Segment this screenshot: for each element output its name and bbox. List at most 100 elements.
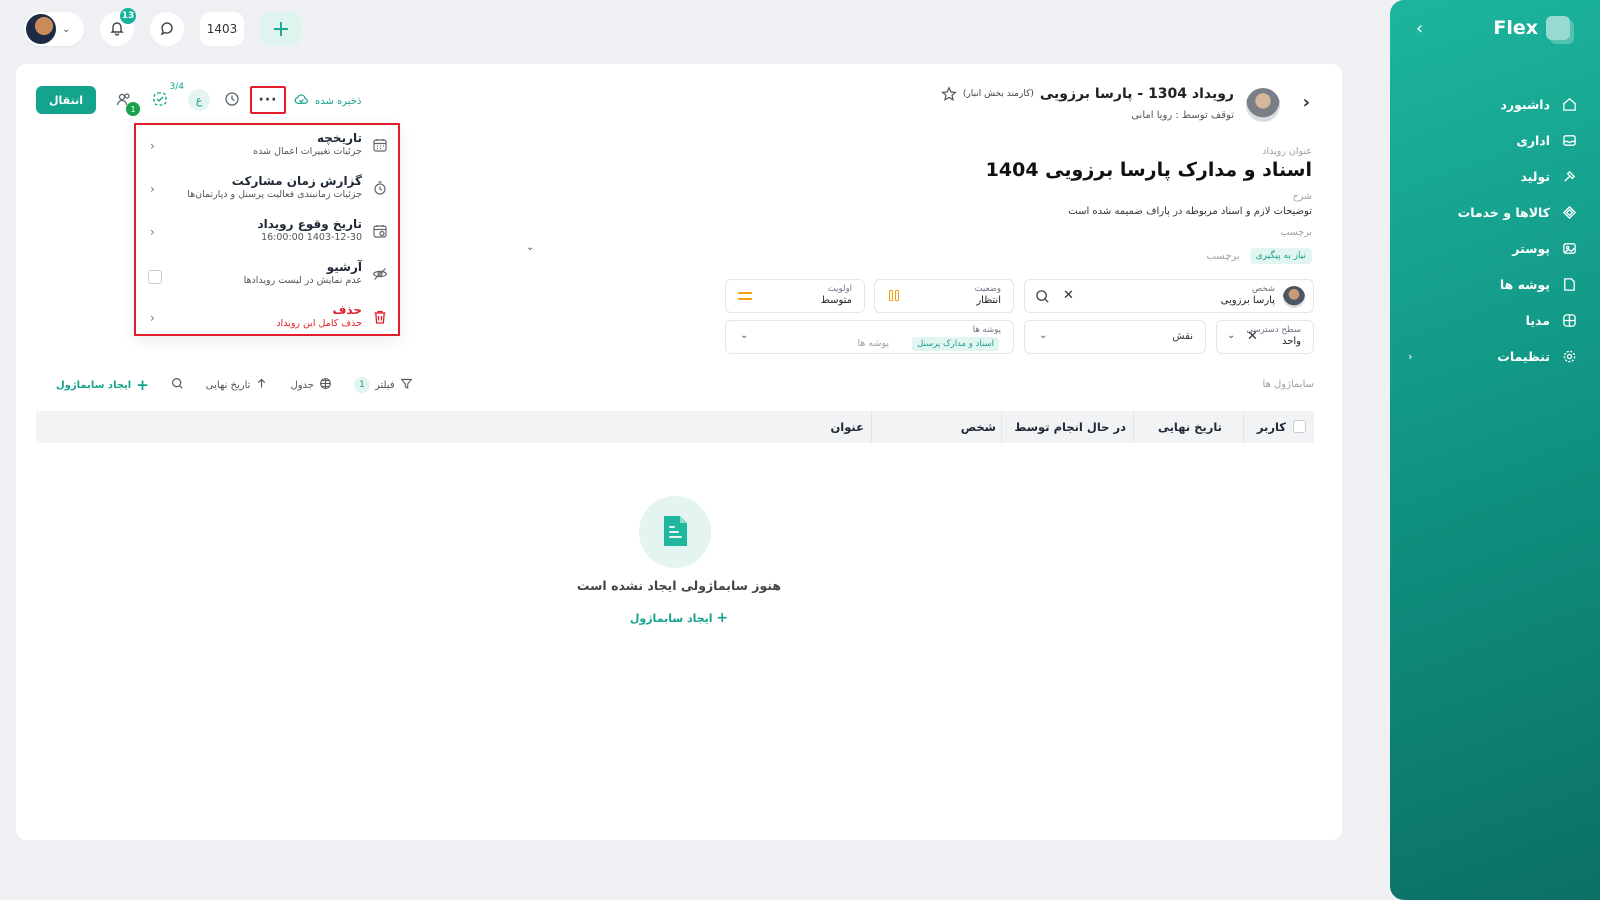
sidebar-item-label: کالاها و خدمات <box>1457 204 1550 220</box>
role-select[interactable]: نقش ⌄ <box>1024 320 1206 354</box>
column-header-title[interactable]: عنوان <box>830 420 864 434</box>
event-role: (کارمند بخش انبار) <box>962 89 1034 99</box>
menu-item-title: گزارش زمان مشارکت <box>231 174 362 188</box>
column-header-user[interactable]: کاربر <box>1257 420 1286 434</box>
archive-checkbox[interactable] <box>148 270 162 284</box>
priority-label: اولویت <box>827 284 852 294</box>
sidebar-item-settings[interactable]: تنظیمات ‹ <box>1408 338 1578 374</box>
filter-button[interactable]: فیلتر 1 <box>353 377 413 393</box>
clear-icon[interactable]: ✕ <box>1063 288 1074 303</box>
year-selector[interactable]: 1403 <box>200 12 244 46</box>
select-all-checkbox[interactable] <box>1293 420 1306 433</box>
event-title: رویداد 1304 - پارسا برزویی <box>1039 86 1234 102</box>
back-chevron-icon[interactable]: › <box>1303 92 1310 113</box>
star-icon[interactable] <box>941 86 957 102</box>
sidebar-item-folders[interactable]: پوشه ها <box>1408 266 1578 302</box>
tag-input[interactable]: برچسب <box>1206 251 1239 262</box>
plus-icon: + <box>136 376 149 394</box>
brand: Flex <box>1493 16 1570 40</box>
sidebar-item-label: تنظیمات <box>1497 348 1550 364</box>
menu-item-subtitle: جزئیات زمانبندی فعالیت پرسنل و دپارتمان‌… <box>187 189 362 200</box>
pause-icon <box>887 290 899 302</box>
search-icon[interactable] <box>1035 289 1050 307</box>
topbar: ⌄ 13 1403 + <box>24 8 302 46</box>
sidebar: ‹ Flex داشبورد اداری تولید کالاها و خدما… <box>1390 0 1600 900</box>
folders-select[interactable]: پوشه ها اسناد و مدارک پرسنل پوشه ها ⌄ <box>725 320 1014 354</box>
search-icon <box>171 377 184 393</box>
event-document-title[interactable]: اسناد و مدارک پارسا برزویی 1404 <box>986 159 1312 181</box>
menu-item-subtitle: 1403-12-30 16:00:00 <box>261 232 362 243</box>
transfer-button[interactable]: انتقال <box>36 86 96 114</box>
sidebar-item-media[interactable]: مدیا <box>1408 302 1578 338</box>
menu-item-archive[interactable]: آرشیو عدم نمایش در لیست رویدادها <box>136 254 398 297</box>
sidebar-item-dashboard[interactable]: داشبورد <box>1408 86 1578 122</box>
chevron-down-icon[interactable]: ⌄ <box>526 242 534 253</box>
folder-icon <box>1560 275 1578 293</box>
sort-due-date-button[interactable]: تاریخ نهایی <box>206 377 269 393</box>
search-subtasks-button[interactable] <box>171 377 184 393</box>
sidebar-item-poster[interactable]: پوستر <box>1408 230 1578 266</box>
priority-field[interactable]: اولویت متوسط <box>725 279 865 313</box>
plus-icon: + <box>716 610 729 626</box>
sidebar-item-office[interactable]: اداری <box>1408 122 1578 158</box>
chevron-down-icon: ⌄ <box>1227 330 1236 341</box>
menu-item-title: تاریخ وقوع رویداد <box>257 217 362 231</box>
user-menu[interactable]: ⌄ <box>24 12 84 46</box>
notifications-button[interactable]: 13 <box>100 8 136 46</box>
home-icon <box>1560 95 1578 113</box>
column-header-person[interactable]: شخص <box>961 420 996 434</box>
person-field[interactable]: شخص پارسا برزویی ✕ <box>1024 279 1314 313</box>
clock-button[interactable] <box>222 90 242 110</box>
status-field[interactable]: وضعیت انتظار <box>874 279 1014 313</box>
chevron-down-icon: ⌄ <box>1039 330 1048 341</box>
column-header-due-date[interactable]: تاریخ نهایی <box>1158 420 1222 434</box>
menu-item-delete[interactable]: حذف حذف کامل این رویداد ‹ <box>136 297 398 340</box>
add-button[interactable]: + <box>260 12 302 46</box>
access-level-field[interactable]: سطح دسترسی واحد ✕ ⌄ <box>1216 320 1314 354</box>
tag-label: برچسب <box>1280 227 1312 238</box>
collapse-sidebar-button[interactable]: ‹ <box>1416 18 1423 39</box>
column-header-in-progress-by[interactable]: در حال انجام توسط <box>1014 420 1126 434</box>
menu-item-history[interactable]: تاریخچه جزئیات تغییرات اعمال شده ‹ <box>136 125 398 168</box>
empty-state-illustration <box>639 496 711 568</box>
filter-label: فیلتر <box>374 379 395 391</box>
access-value: واحد <box>1281 336 1301 347</box>
sidebar-item-production[interactable]: تولید <box>1408 158 1578 194</box>
role-placeholder: نقش <box>1172 331 1193 342</box>
gear-icon <box>1560 347 1578 365</box>
chevron-down-icon: ⌄ <box>62 23 71 35</box>
empty-create-subtask-button[interactable]: + ایجاد سابماژول <box>16 610 1342 626</box>
participants-button[interactable]: 1 <box>114 90 140 116</box>
more-options-button[interactable]: ··· <box>250 86 286 114</box>
folder-chip[interactable]: اسناد و مدارک پرسنل <box>912 337 999 351</box>
notification-badge: 13 <box>120 8 136 24</box>
menu-item-title: حذف <box>332 303 362 317</box>
chat-button[interactable] <box>150 12 184 46</box>
menu-item-subtitle: حذف کامل این رویداد <box>276 318 362 329</box>
sidebar-item-label: پوشه ها <box>1499 276 1550 292</box>
checklist-icon <box>152 91 168 110</box>
event-description[interactable]: توضیحات لازم و اسناد مربوطه در پاراف ضمی… <box>1068 206 1312 217</box>
menu-item-participation-report[interactable]: گزارش زمان مشارکت جزئیات زمانبندی فعالیت… <box>136 168 398 211</box>
tag-chip[interactable]: نیاز به پیگیری <box>1249 248 1312 264</box>
checklist-button[interactable]: 3/4 <box>150 82 184 110</box>
chevron-left-icon: ‹ <box>150 182 155 196</box>
clear-icon[interactable]: ✕ <box>1247 329 1258 344</box>
hammer-icon <box>1560 167 1578 185</box>
document-icon <box>660 514 690 551</box>
filter-icon <box>400 377 413 393</box>
eye-off-icon <box>372 266 388 282</box>
person-value: پارسا برزویی <box>1220 295 1275 306</box>
menu-item-event-date[interactable]: تاریخ وقوع رویداد 1403-12-30 16:00:00 ‹ <box>136 211 398 254</box>
language-button[interactable]: ع <box>188 89 210 111</box>
view-table-button[interactable]: جدول <box>290 377 332 393</box>
sidebar-item-goods-services[interactable]: کالاها و خدمات <box>1408 194 1578 230</box>
folders-placeholder: پوشه ها <box>857 338 889 349</box>
create-subtask-label: ایجاد سابماژول <box>56 379 132 391</box>
menu-item-subtitle: جزئیات تغییرات اعمال شده <box>253 146 362 157</box>
timer-icon <box>372 180 388 196</box>
empty-create-label: ایجاد سابماژول <box>629 612 713 625</box>
chat-icon <box>159 20 175 39</box>
create-subtask-button[interactable]: + ایجاد سابماژول <box>56 376 149 394</box>
inbox-icon <box>1560 131 1578 149</box>
